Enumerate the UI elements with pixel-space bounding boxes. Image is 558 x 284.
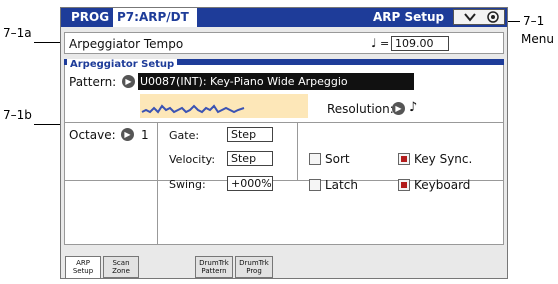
keyboard-label: Keyboard (414, 178, 471, 192)
pattern-select-button[interactable]: ▶ (122, 75, 135, 88)
quarter-note-icon: ♩ (371, 36, 377, 50)
mode-label: PROG (71, 10, 110, 24)
divider (64, 122, 504, 123)
tempo-label: Arpeggiator Tempo (69, 37, 184, 51)
tab-arp-setup[interactable]: ARP Setup (65, 256, 101, 278)
swing-field[interactable]: +000% (227, 176, 273, 191)
swing-label: Swing: (169, 178, 206, 191)
callout-7-1b: 7–1b (3, 108, 32, 122)
callout-menu-label: Menu (521, 32, 554, 46)
resolution-value: ♪ (409, 100, 418, 115)
tab-label: Setup (72, 267, 94, 275)
octave-select-button[interactable]: ▶ (121, 128, 134, 141)
tab-label: Scan (112, 259, 130, 267)
resolution-select-button[interactable]: ▶ (392, 102, 405, 115)
latch-label: Latch (325, 178, 358, 192)
tab-label: ARP (76, 259, 90, 267)
octave-label: Octave: (69, 128, 116, 142)
page-label: P7:ARP/DT (113, 8, 197, 27)
tab-drumtrk-pattern[interactable]: DrumTrk Pattern (195, 256, 233, 278)
section-title: Arpeggiator Setup (67, 59, 178, 70)
sort-checkbox[interactable] (309, 153, 321, 165)
pattern-preview (140, 94, 308, 118)
resolution-label: Resolution: (327, 102, 394, 116)
gate-field[interactable]: Step (227, 127, 273, 142)
tab-scan-zone[interactable]: Scan Zone (103, 256, 139, 278)
tab-drumtrk-prog[interactable]: DrumTrk Prog (235, 256, 273, 278)
octave-value: 1 (141, 128, 149, 142)
setup-panel: Arpeggiator Setup Pattern: ▶ U0087(INT):… (64, 59, 504, 245)
latch-checkbox[interactable] (309, 179, 321, 191)
gate-label: Gate: (169, 129, 200, 142)
tempo-field[interactable]: 109.00 (391, 36, 449, 51)
tempo-panel: Arpeggiator Tempo ♩ = 109.00 (64, 32, 504, 54)
keyboard-checkbox[interactable] (398, 179, 410, 191)
pattern-label: Pattern: (69, 75, 117, 89)
callout-7-1: 7–1 (523, 14, 545, 28)
tab-label: DrumTrk (199, 259, 229, 267)
tab-label: DrumTrk (239, 259, 269, 267)
key-sync-label: Key Sync. (414, 152, 473, 166)
sort-label: Sort (325, 152, 350, 166)
tab-label: Zone (112, 267, 130, 275)
pattern-graph (141, 104, 245, 114)
divider (297, 122, 298, 180)
velocity-field[interactable]: Step (227, 151, 273, 166)
divider (157, 122, 158, 245)
lcd-screen: PROG P7:ARP/DT ARP Setup Arpeggiator Tem… (60, 7, 508, 279)
tab-label: Pattern (201, 267, 227, 275)
page-tab-title: ARP Setup (373, 10, 445, 24)
title-bar: PROG P7:ARP/DT ARP Setup (61, 8, 507, 27)
tab-label: Prog (246, 267, 262, 275)
velocity-label: Velocity: (169, 153, 216, 166)
chevron-down-icon (464, 11, 499, 23)
callout-7-1a: 7–1a (3, 26, 32, 40)
pattern-field[interactable]: U0087(INT): Key-Piano Wide Arpeggio (138, 73, 414, 90)
page-menu-button[interactable] (453, 9, 505, 25)
tempo-equals: = (380, 37, 390, 50)
key-sync-checkbox[interactable] (398, 153, 410, 165)
